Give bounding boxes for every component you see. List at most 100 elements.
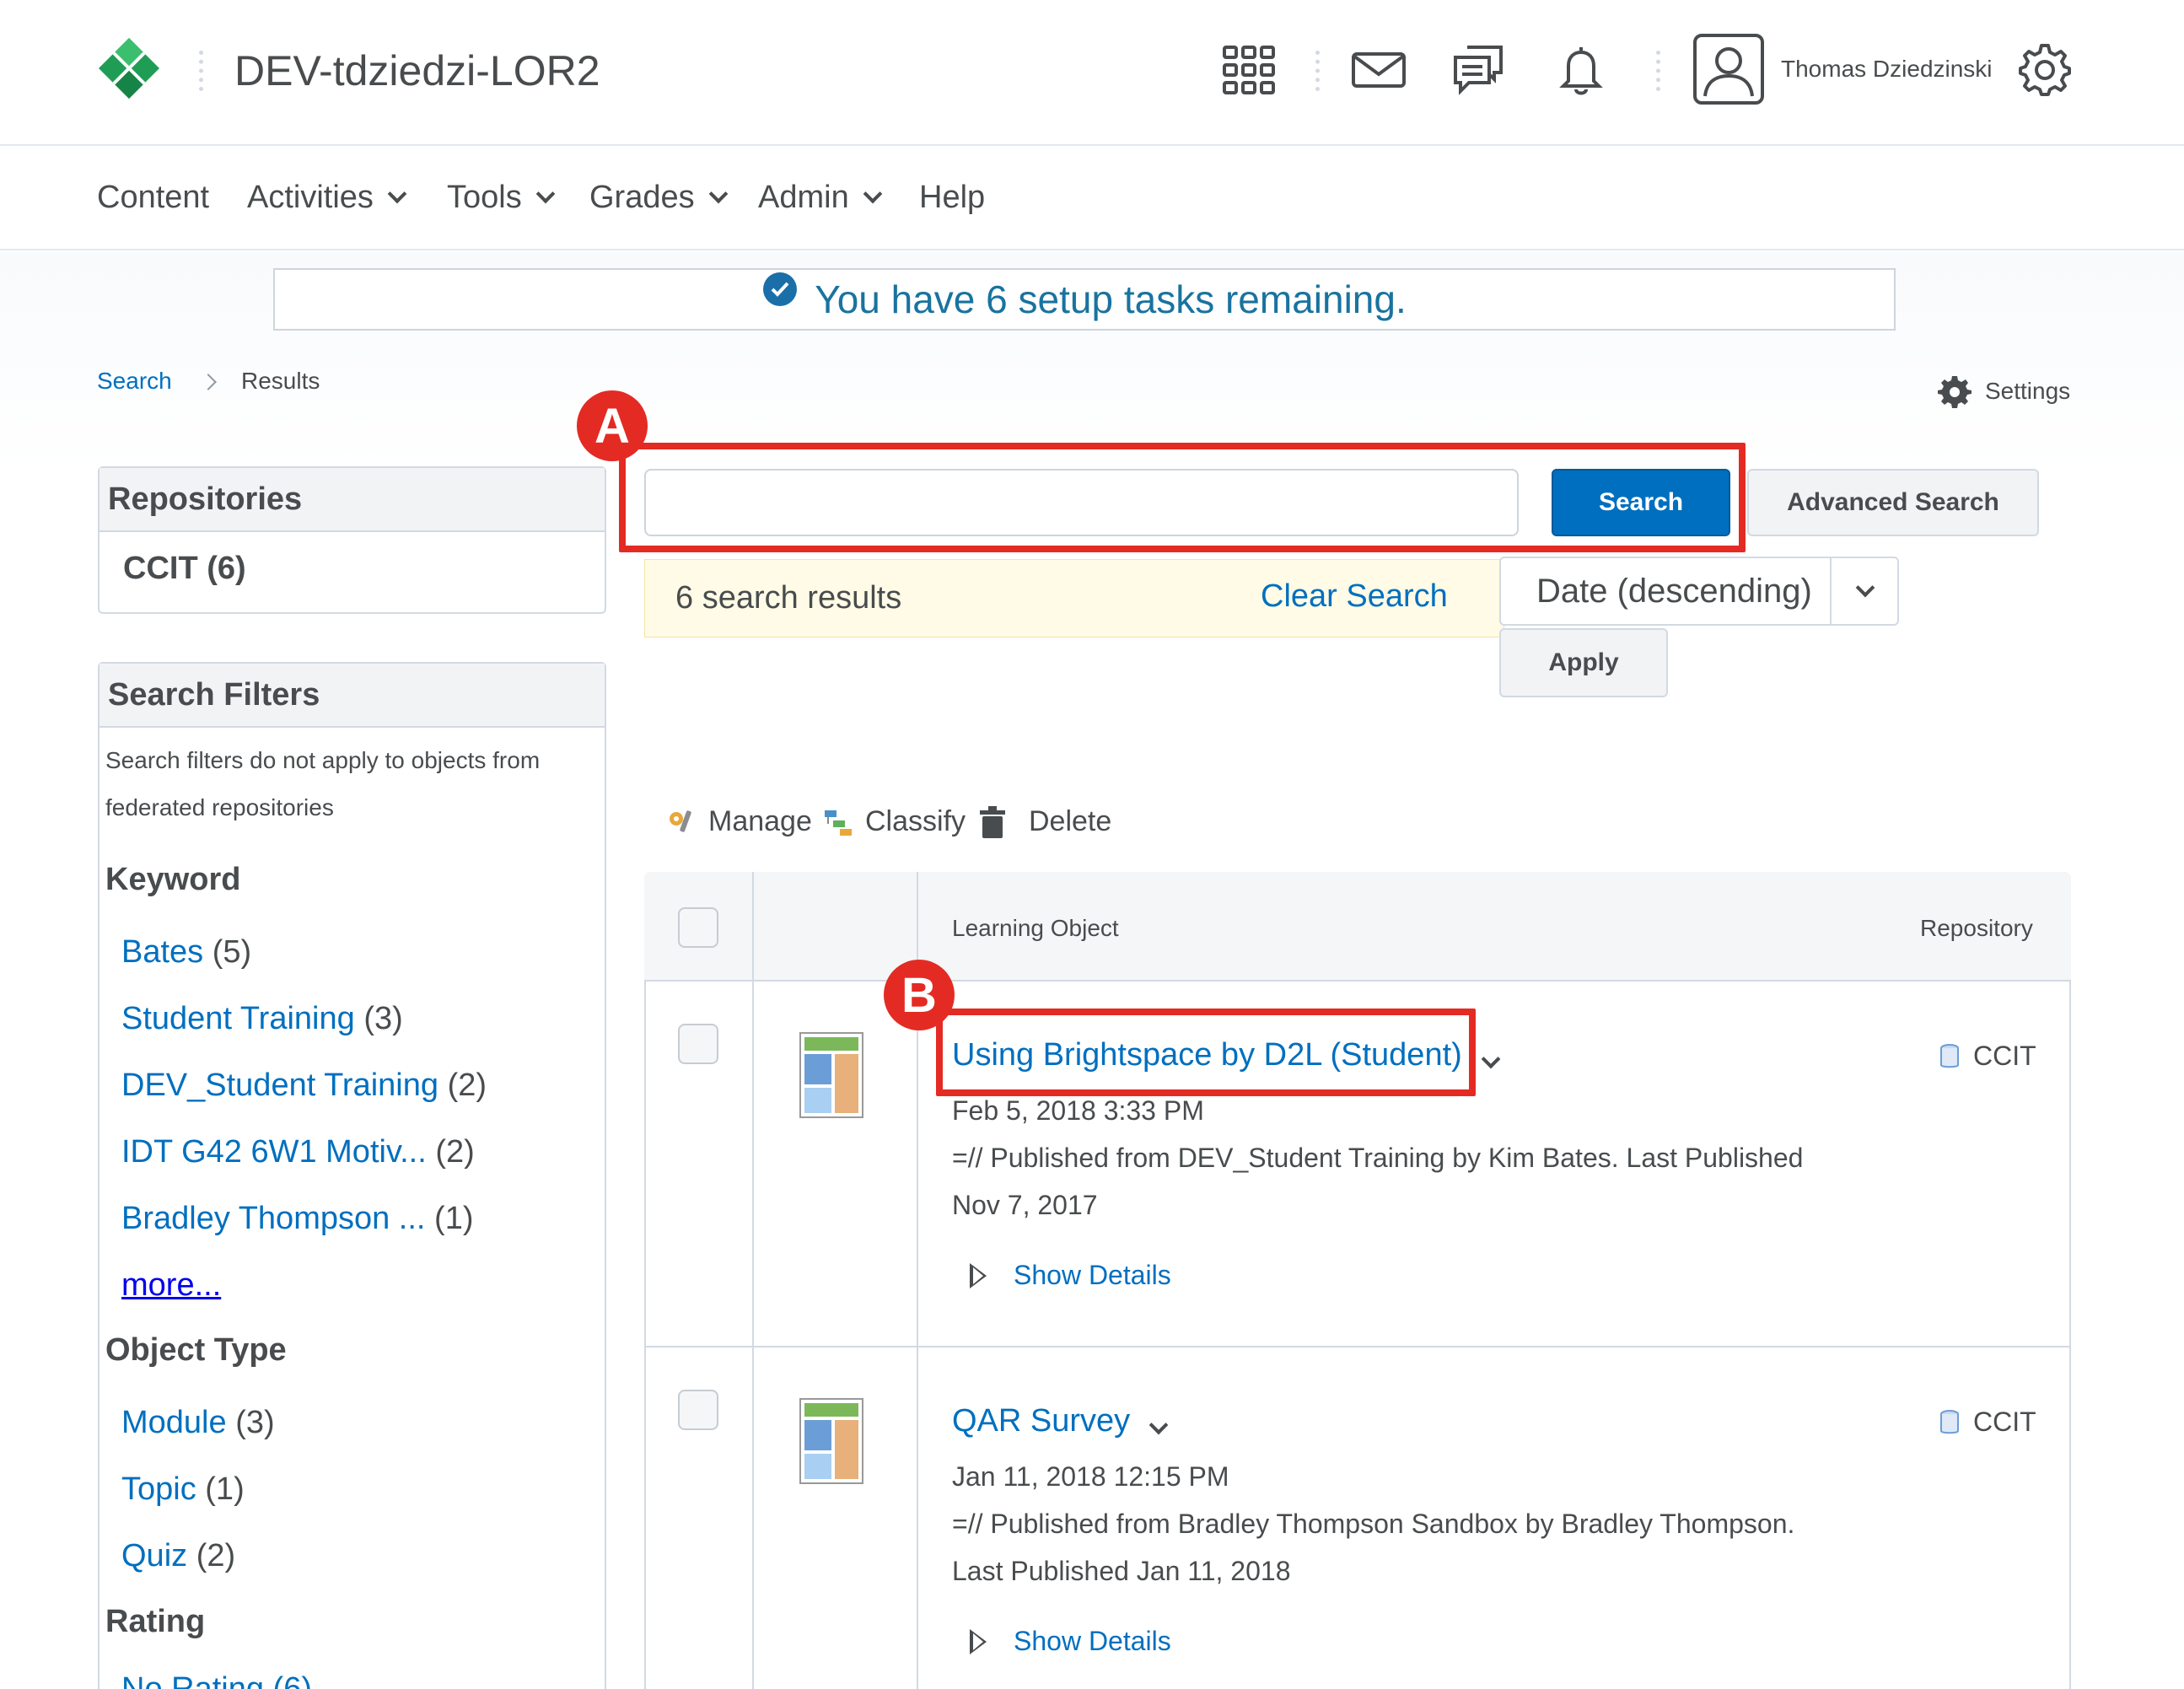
show-details-toggle[interactable]: Show Details <box>970 1626 1171 1657</box>
repository-name: CCIT <box>1973 1407 2036 1437</box>
row-checkbox[interactable] <box>678 1024 718 1064</box>
object-description: Last Published Jan 11, 2018 <box>952 1556 1291 1586</box>
filter-count: (2) <box>435 1134 475 1170</box>
nav-activities[interactable]: Activities <box>247 180 407 216</box>
apply-button[interactable]: Apply <box>1499 628 1668 697</box>
manage-icon <box>670 810 691 832</box>
classify-button[interactable]: Classify <box>823 805 966 838</box>
checklist-icon <box>763 272 798 306</box>
object-actions-dropdown[interactable] <box>1481 1049 1501 1070</box>
repository-icon <box>1940 1043 1959 1068</box>
annotation-box-a <box>619 443 1746 552</box>
show-details-label: Show Details <box>1014 1626 1171 1656</box>
header-separator <box>199 51 204 91</box>
manage-label: Manage <box>708 805 812 837</box>
keyword-filter[interactable]: DEV_Student Training (2) <box>121 1068 487 1104</box>
mail-icon[interactable] <box>1351 42 1407 98</box>
table-header <box>644 872 2071 982</box>
filters-note: federated repositories <box>105 794 334 820</box>
keyword-filter[interactable]: IDT G42 6W1 Motiv... (2) <box>121 1134 475 1170</box>
org-logo-icon[interactable] <box>97 36 161 100</box>
object-type-filter[interactable]: Module (3) <box>121 1405 275 1441</box>
row-checkbox[interactable] <box>678 1390 718 1430</box>
avatar-icon[interactable] <box>1693 34 1764 105</box>
nav-label: Grades <box>589 180 695 215</box>
org-name[interactable]: DEV-tdziedzi-LOR2 <box>234 46 600 95</box>
object-type-filter[interactable]: Quiz (2) <box>121 1538 235 1574</box>
nav-help[interactable]: Help <box>919 180 985 216</box>
filter-count: (3) <box>363 1001 403 1036</box>
rating-heading: Rating <box>105 1604 206 1639</box>
column-divider <box>752 872 754 1689</box>
chevron-down-icon <box>863 184 883 203</box>
object-description: =// Published from DEV_Student Training … <box>952 1143 1804 1173</box>
filter-count: (5) <box>212 934 252 970</box>
annotation-badge-a: A <box>577 390 648 461</box>
nav-label: Activities <box>247 180 374 215</box>
repository-item[interactable]: CCIT (6) <box>100 532 605 605</box>
filter-link[interactable]: Module <box>121 1405 227 1440</box>
keyword-filter[interactable]: Bradley Thompson ... (1) <box>121 1201 474 1237</box>
keyword-filter[interactable]: Student Training (3) <box>121 1001 403 1037</box>
bell-icon[interactable] <box>1553 42 1609 98</box>
clear-search-link[interactable]: Clear Search <box>1261 578 1448 615</box>
learning-object-title-link[interactable]: QAR Survey <box>952 1403 1130 1439</box>
column-header-learning-object[interactable]: Learning Object <box>952 915 1119 942</box>
filter-link[interactable]: DEV_Student Training <box>121 1068 438 1103</box>
filter-link[interactable]: Bates <box>121 934 203 970</box>
filter-link[interactable]: Student Training <box>121 1001 355 1036</box>
expand-triangle-icon <box>970 1262 987 1288</box>
nav-tools[interactable]: Tools <box>447 180 556 216</box>
repository-icon <box>1940 1409 1959 1433</box>
filter-link[interactable]: Bradley Thompson ... <box>121 1201 425 1236</box>
settings-label: Settings <box>1985 378 2071 404</box>
object-description: =// Published from Bradley Thompson Sand… <box>952 1509 1795 1539</box>
chevron-down-icon <box>1481 1049 1501 1069</box>
advanced-search-button[interactable]: Advanced Search <box>1747 469 2039 536</box>
repository-name: CCIT <box>1973 1041 2036 1071</box>
chat-icon[interactable] <box>1450 42 1506 98</box>
chevron-down-icon <box>535 184 556 203</box>
object-actions-dropdown[interactable] <box>1148 1415 1169 1436</box>
filter-link[interactable]: Topic <box>121 1471 196 1507</box>
nav-label: Admin <box>758 180 849 215</box>
select-all-checkbox[interactable] <box>678 907 718 948</box>
keyword-filter[interactable]: Bates (5) <box>121 934 251 971</box>
delete-label: Delete <box>1029 805 1112 837</box>
classify-icon <box>825 810 852 836</box>
sort-dropdown[interactable] <box>1830 557 1899 626</box>
setup-banner[interactable]: You have 6 setup tasks remaining. <box>273 268 1896 331</box>
filter-link[interactable]: IDT G42 6W1 Motiv... <box>121 1134 427 1170</box>
rating-filter[interactable]: No Rating (6) <box>121 1671 312 1689</box>
filters-note: Search filters do not apply to objects f… <box>105 747 541 773</box>
show-details-toggle[interactable]: Show Details <box>970 1260 1171 1291</box>
module-icon <box>799 1398 863 1484</box>
row-divider <box>644 1346 2071 1347</box>
filter-link[interactable]: Quiz <box>121 1538 187 1573</box>
waffle-icon[interactable] <box>1221 42 1277 98</box>
object-type-heading: Object Type <box>105 1332 287 1368</box>
nav-admin[interactable]: Admin <box>758 180 883 216</box>
column-header-repository[interactable]: Repository <box>1920 915 2033 942</box>
sort-value: Date (descending) <box>1536 572 1812 610</box>
nav-label: Help <box>919 180 986 215</box>
keyword-heading: Keyword <box>105 862 241 897</box>
more-keywords-link[interactable]: more... <box>121 1267 221 1304</box>
chevron-down-icon <box>387 184 407 203</box>
delete-button[interactable]: Delete <box>980 805 1111 838</box>
nav-grades[interactable]: Grades <box>589 180 728 216</box>
user-name[interactable]: Thomas Dziedzinski <box>1781 56 1993 83</box>
object-type-filter[interactable]: Topic (1) <box>121 1471 245 1508</box>
manage-button[interactable]: Manage <box>666 805 812 838</box>
nav-content[interactable]: Content <box>97 180 209 216</box>
breadcrumb-search[interactable]: Search <box>97 368 172 395</box>
gear-icon[interactable] <box>2017 42 2073 98</box>
chevron-down-icon <box>708 184 728 203</box>
header-separator <box>1656 51 1661 91</box>
repository-cell: CCIT <box>1939 1407 2036 1438</box>
settings-link[interactable]: Settings <box>1938 374 2070 408</box>
setup-message: You have 6 setup tasks remaining. <box>815 277 1407 321</box>
filters-title: Search Filters <box>100 664 605 728</box>
filter-count: (1) <box>434 1201 474 1236</box>
repositories-panel: Repositories CCIT (6) <box>98 466 606 614</box>
